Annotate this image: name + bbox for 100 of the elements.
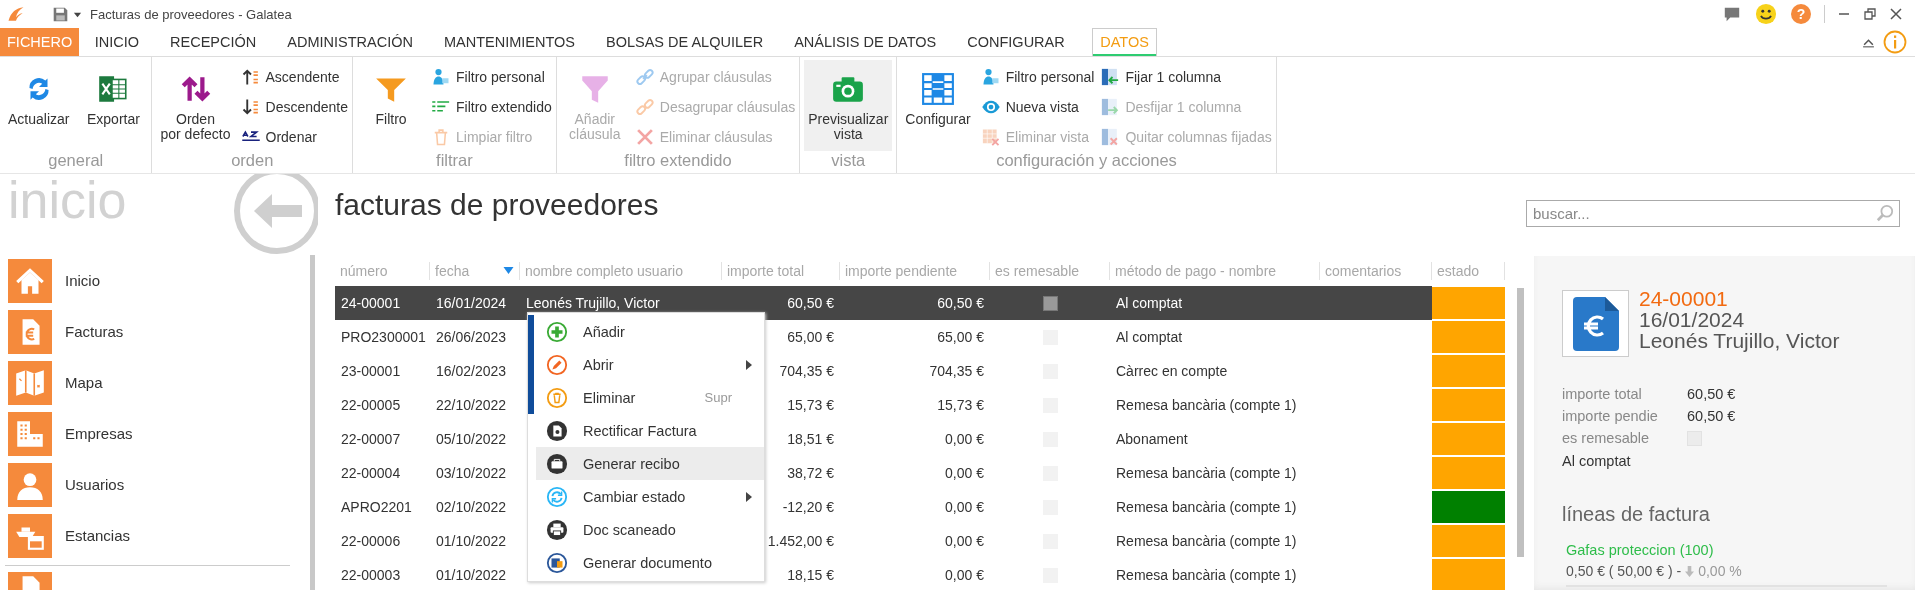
ribbon-button[interactable]: Filtro extendido — [431, 94, 552, 119]
table-cell: 15,73 € — [787, 397, 834, 413]
menu-tab[interactable]: BOLSAS DE ALQUILER — [590, 28, 779, 56]
ribbon-button[interactable]: Orden por defecto — [156, 60, 235, 151]
person-filter-icon — [431, 66, 452, 87]
table-cell: 704,35 € — [929, 363, 984, 379]
ribbon-button[interactable]: Filtro personal — [431, 64, 552, 89]
table-cell[interactable]: 22-00003 — [341, 567, 401, 583]
document-icon[interactable] — [8, 572, 52, 590]
page-title: facturas de proveedores — [335, 188, 659, 222]
table-cell: 01/10/2022 — [436, 533, 507, 549]
field-label: importe pendie — [1562, 408, 1659, 424]
table-cell[interactable]: PRO2300001 — [341, 329, 426, 345]
line-discount: 0,00 % — [1698, 563, 1742, 579]
wallet-icon — [546, 452, 568, 475]
table-cell: 0,00 € — [945, 431, 984, 447]
table-cell: 0,00 € — [945, 567, 984, 583]
printer-icon — [546, 518, 568, 541]
menu-item[interactable]: Doc scaneado — [528, 513, 764, 546]
field-value: 60,50 € — [1687, 408, 1736, 424]
table-cell: 0,00 € — [945, 533, 984, 549]
payment-method: Al comptat — [1562, 453, 1632, 469]
table-cell: 05/10/2022 — [436, 431, 507, 447]
field-label: importe total — [1562, 386, 1643, 402]
menu-item[interactable]: Generar documento — [528, 546, 764, 579]
field-label: es remesable — [1562, 430, 1651, 446]
table-cell: 0,00 € — [945, 465, 984, 481]
ribbon-button[interactable]: Actualizar — [4, 60, 74, 151]
sidebar-item[interactable]: Estancias — [8, 510, 310, 561]
ribbon-button[interactable]: Ordenar — [240, 124, 349, 149]
sidebar-item[interactable]: Inicio — [8, 255, 310, 306]
table-cell[interactable]: 22-00006 — [341, 533, 401, 549]
submenu-arrow-icon — [746, 491, 752, 502]
plus-icon — [546, 320, 568, 343]
restore-icon — [1864, 8, 1876, 20]
ribbon-button[interactable]: Ascendente — [240, 64, 349, 89]
table-cell: Leonés Trujillo, Victor — [526, 295, 660, 311]
table-cell[interactable]: 22-00005 — [341, 397, 401, 413]
info-icon — [1883, 30, 1907, 54]
ribbon-button[interactable]: Fijar 1 columna — [1100, 64, 1272, 89]
menu-tab[interactable]: CONFIGURAR — [951, 28, 1081, 56]
table-cell: 60,50 € — [787, 295, 834, 311]
menu-tab[interactable]: ANÁLISIS DE DATOS — [778, 28, 952, 56]
document-icon — [546, 551, 568, 574]
menu-tab[interactable]: MANTENIMIENTOS — [428, 28, 591, 56]
search-field[interactable]: buscar... — [1526, 200, 1900, 227]
close-icon — [1890, 8, 1902, 20]
table-cell: 60,50 € — [937, 295, 984, 311]
group-label: configuración y acciones — [995, 151, 1178, 171]
table-cell[interactable]: 22-00007 — [341, 431, 401, 447]
sidebar-item[interactable]: Mapa — [8, 357, 310, 408]
checkbox[interactable] — [1042, 295, 1058, 311]
table-row[interactable]: 24-00001 16/01/2024 Leonés Trujillo, Victor 60,50 € 60,50 € Al comptat — [335, 286, 1505, 320]
table-cell[interactable]: 22-00004 — [341, 465, 401, 481]
table-cell: Remesa bancària (compte 1) — [1116, 499, 1297, 515]
home-icon — [8, 258, 52, 303]
menu-item[interactable]: Eliminar Supr — [528, 381, 764, 414]
sidebar-item[interactable]: Facturas — [8, 306, 310, 357]
table-cell: 22/10/2022 — [436, 397, 507, 413]
chat-icon — [1723, 5, 1741, 23]
menu-item[interactable]: Generar recibo — [536, 447, 764, 480]
table-cell: 704,35 € — [779, 363, 834, 379]
sidebar-item[interactable]: Usuarios — [8, 459, 310, 510]
menu-item[interactable]: Cambiar estado — [528, 480, 764, 513]
table-cell: Al comptat — [1116, 329, 1183, 345]
scrollbar[interactable] — [1517, 288, 1524, 557]
smiley-icon — [1755, 3, 1777, 25]
table-cell: Càrrec en compte — [1116, 363, 1228, 379]
menu-tab[interactable]: INICIO — [79, 28, 155, 56]
pencil-icon — [546, 353, 568, 376]
table-cell: Remesa bancària (compte 1) — [1116, 533, 1297, 549]
save-icon — [52, 5, 69, 23]
menu-tab[interactable]: RECEPCIÓN — [154, 28, 272, 56]
ribbon-button[interactable]: Previsualizar vista — [804, 60, 893, 151]
table-cell: 02/10/2022 — [436, 499, 507, 515]
scrollbar[interactable] — [310, 255, 315, 590]
ribbon-button[interactable]: Descendente — [240, 94, 349, 119]
person-filter-icon — [980, 66, 1001, 87]
table-cell: 26/06/2023 — [436, 329, 507, 345]
ribbon-button[interactable]: Filtro — [357, 60, 426, 151]
table-cell[interactable]: 24-00001 — [341, 295, 401, 311]
menu-item[interactable]: Abrir — [528, 348, 764, 381]
table-cell[interactable]: APRO2201 — [341, 499, 412, 515]
buildings-icon — [8, 411, 52, 456]
column-arrow-icon — [1100, 96, 1121, 117]
link-icon — [634, 96, 655, 117]
refresh-icon — [546, 485, 568, 508]
ribbon-button[interactable]: Exportar — [79, 60, 148, 151]
sidebar-item[interactable]: Empresas — [8, 408, 310, 459]
ribbon-button[interactable]: Nueva vista — [980, 94, 1095, 119]
submenu-arrow-icon — [746, 359, 752, 370]
menu-tab[interactable]: ADMINISTRACIÓN — [271, 28, 429, 56]
ribbon-button[interactable]: Configurar — [901, 60, 975, 151]
table-cell: 01/10/2022 — [436, 567, 507, 583]
ribbon-button[interactable]: Filtro personal — [980, 64, 1095, 89]
table-cell[interactable]: 23-00001 — [341, 363, 401, 379]
menu-item[interactable]: Rectificar Factura — [528, 414, 764, 447]
field-value: 60,50 € — [1687, 386, 1736, 402]
invoice-number: 24-00001 — [1639, 288, 1729, 309]
table-cell: 1.452,00 € — [767, 533, 834, 549]
